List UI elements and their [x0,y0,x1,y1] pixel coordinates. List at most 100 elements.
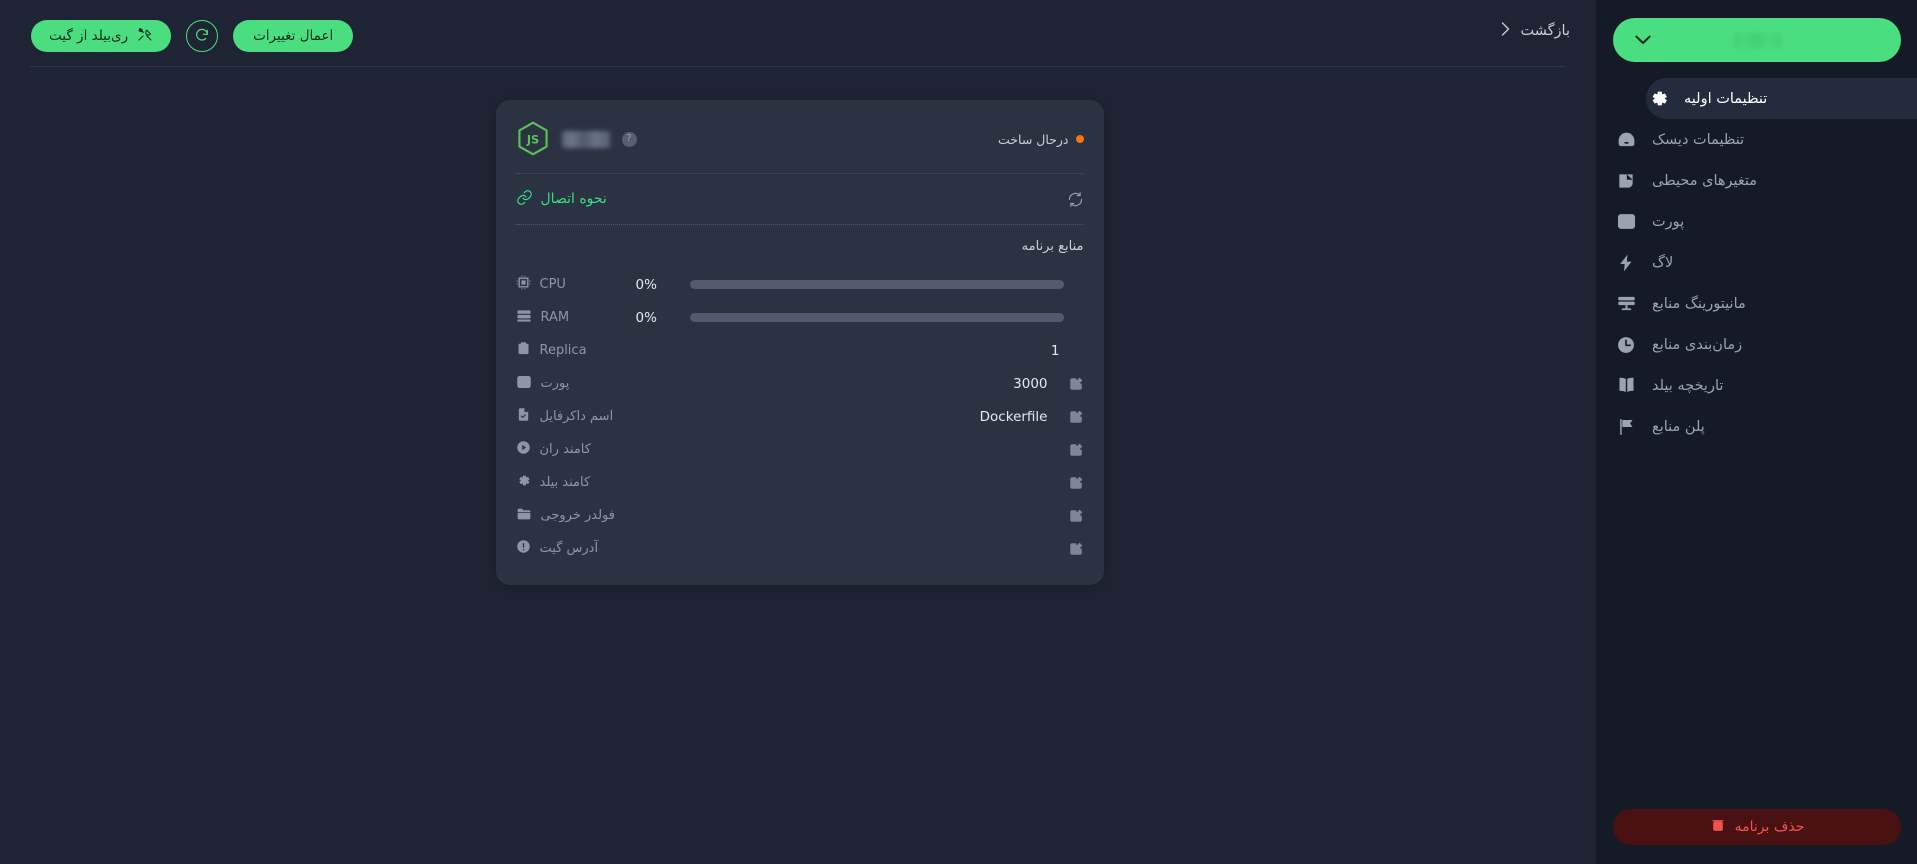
edit-run-command-icon[interactable] [1068,442,1084,458]
sidebar-nav: تنظیمات اولیه تنظیمات دیسک متغیرهای محیط… [1596,78,1917,447]
delete-app-button[interactable]: حذف برنامه [1613,809,1901,845]
property-label-build-command: کامند بیلد [516,473,636,492]
apply-changes-button[interactable]: اعمال تغییرات [233,20,354,52]
property-value-git-address [636,542,1068,555]
meter-row-cpu: CPU 0% [516,268,1084,301]
gear-icon [1646,87,1670,111]
property-label-port-text: پورت [540,376,570,391]
property-value-build-command [636,475,1068,491]
lightning-bolt-icon [1614,251,1638,275]
top-bar-divider [31,66,1565,67]
property-label-build-command-text: کامند بیلد [539,475,591,490]
link-icon [516,189,533,210]
meter-value-cpu: 0% [635,276,657,293]
property-label-port: پورت [516,374,636,394]
property-row-output-folder: فولدر خروجی [516,499,1084,532]
back-button[interactable]: بازگشت [1501,22,1570,40]
back-button-label: بازگشت [1520,23,1570,39]
app-identity: ? JS [516,121,637,157]
play-circle-icon [516,440,531,459]
card-divider-1 [515,173,1084,174]
top-bar-actions: ری‌بیلد از گیت اعمال تغییرات [31,20,354,52]
apply-changes-label: اعمال تغییرات [253,28,334,44]
trash-icon [1710,817,1726,837]
property-row-git-address: آدرس گیت [516,532,1084,565]
help-icon[interactable]: ? [621,131,637,147]
connection-method-label: نحوه اتصال [540,191,607,207]
sidebar-item-initial-settings[interactable]: تنظیمات اولیه [1646,78,1917,119]
edit-dockerfile-icon[interactable] [1068,409,1084,425]
property-value-output-folder [636,508,1068,524]
property-label-git-address-text: آدرس گیت [539,541,599,556]
sidebar-item-env-variables-label: متغیرهای محیطی [1652,172,1758,189]
meter-label-cpu-text: CPU [539,277,566,292]
gear-icon [516,473,531,492]
sidebar-item-port[interactable]: پورت [1596,201,1917,242]
sidebar-item-build-history[interactable]: تاریخچه بیلد [1596,365,1917,406]
sidebar-item-disk-settings[interactable]: تنظیمات دیسک [1596,119,1917,160]
svg-text:JS: JS [525,134,538,147]
meter-bar-wrap-cpu: 0% [636,277,1084,293]
status-label: درحال ساخت [998,131,1069,147]
property-row-port: پورت 3000 [516,367,1084,400]
sidebar-item-disk-settings-label: تنظیمات دیسک [1652,131,1745,148]
property-label-dockerfile: اسم داکرفایل [516,407,636,426]
memory-chip-icon [1614,169,1638,193]
connection-row: نحوه اتصال [516,187,1084,211]
edit-git-address-icon[interactable] [1068,541,1084,557]
sidebar-item-build-history-label: تاریخچه بیلد [1652,377,1724,394]
property-row-build-command: کامند بیلد [516,466,1084,499]
refresh-icon [194,27,210,46]
sidebar-item-env-variables[interactable]: متغیرهای محیطی [1596,160,1917,201]
git-address-redacted [888,542,1048,555]
edit-output-folder-icon[interactable] [1068,508,1084,524]
sidebar-item-log[interactable]: لاگ [1596,242,1917,283]
property-row-dockerfile: اسم داکرفایل Dockerfile [516,400,1084,433]
sidebar-item-resource-monitoring-label: مانیتورینگ منابع [1652,295,1746,312]
app-name-redacted [561,130,610,148]
sidebar-item-resource-scheduling-label: زمان‌بندی منابع [1652,336,1743,353]
top-bar: بازگشت ری‌بیلد از گیت [0,0,1596,67]
cpu-icon [516,275,531,294]
card-divider-2 [515,224,1084,225]
property-label-run-command: کامند ران [516,440,636,459]
edit-port-icon[interactable] [1068,376,1084,392]
chevron-left-icon [1501,22,1510,40]
property-label-replica: Replica [516,341,636,360]
status-dot-icon [1075,135,1084,143]
edit-build-command-icon[interactable] [1068,475,1084,491]
property-value-replica-text: 1 [1050,342,1060,359]
clock-icon [1614,333,1638,357]
app-selector-dropdown[interactable] [1613,18,1901,62]
property-value-port: 3000 [636,376,1068,392]
property-value-dockerfile: Dockerfile [636,409,1068,425]
browser-window-icon [1614,210,1638,234]
meter-bar-cpu [689,280,1064,289]
meter-bar-wrap-ram: 0% [636,310,1084,326]
sidebar-item-resource-scheduling[interactable]: زمان‌بندی منابع [1596,324,1917,365]
property-label-output-folder: فولدر خروجی [516,506,636,526]
hard-drive-icon [1614,128,1638,152]
chevron-down-icon [1635,35,1651,45]
flag-icon [1614,415,1638,439]
sidebar-item-resource-plan-label: پلن منابع [1652,418,1705,435]
property-row-replica: Replica 1 [516,334,1084,367]
refresh-button[interactable] [186,20,219,52]
sidebar-item-resource-monitoring[interactable]: مانیتورینگ منابع [1596,283,1917,324]
meter-row-ram: RAM 0% [516,301,1084,334]
property-label-dockerfile-text: اسم داکرفایل [539,409,614,424]
folder-icon [516,506,532,526]
property-label-git-address: آدرس گیت [516,539,636,558]
connection-refresh-button[interactable] [1067,191,1084,208]
meter-label-cpu: CPU [516,275,636,294]
card-header: درحال ساخت ? JS [516,118,1084,160]
connection-method-link[interactable]: نحوه اتصال [516,189,607,210]
delete-app-label: حذف برنامه [1734,819,1805,835]
sidebar-item-resource-plan[interactable]: پلن منابع [1596,406,1917,447]
rebuild-from-git-button[interactable]: ری‌بیلد از گیت [31,20,172,52]
sidebar-item-port-label: پورت [1652,213,1685,230]
info-circle-icon [516,539,531,558]
meter-label-ram: RAM [516,308,636,328]
property-value-run-command [636,442,1068,458]
file-check-icon [516,407,531,426]
